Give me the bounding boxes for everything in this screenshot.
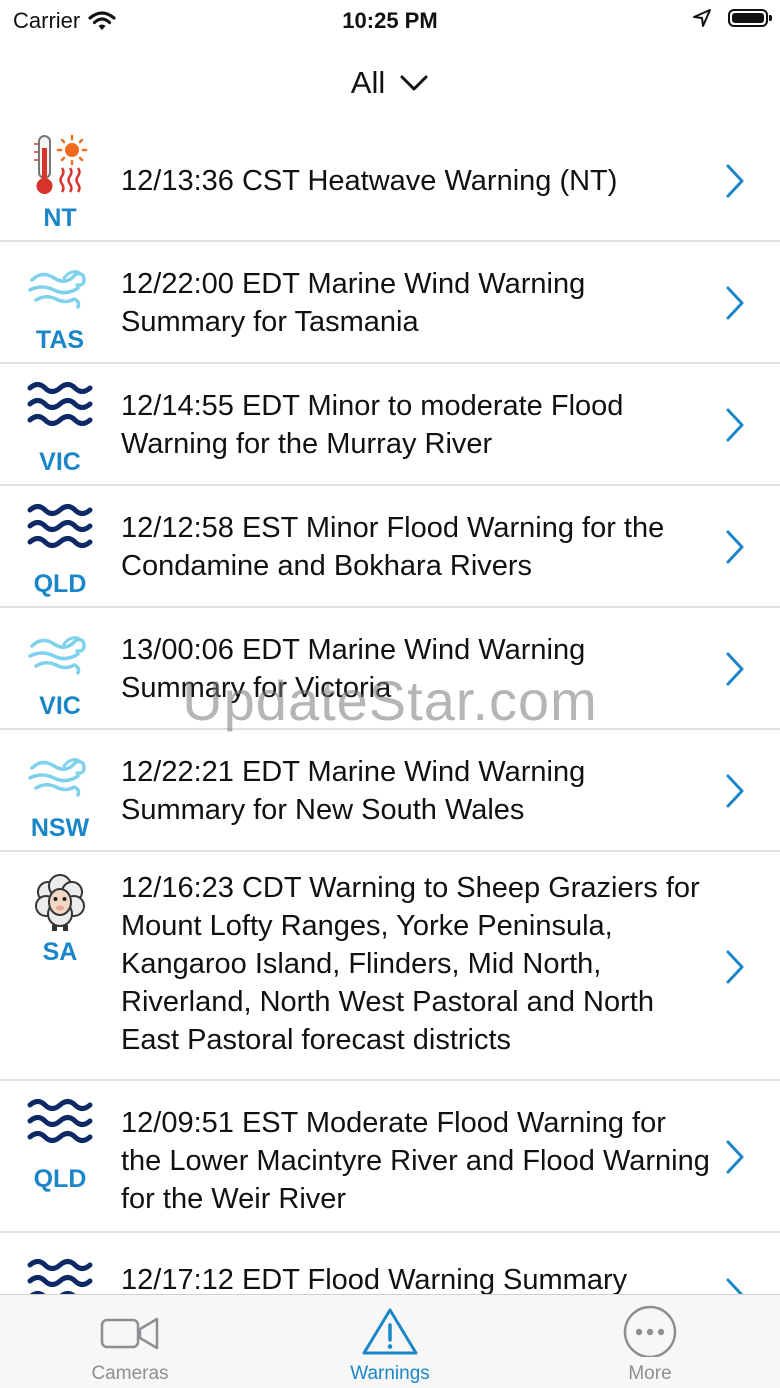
filter-dropdown[interactable]: All [0,58,780,108]
status-bar: Carrier 10:25 PM [0,0,780,40]
warning-row[interactable]: QLD 12/09:51 EST Moderate Flood Warning f… [0,1081,780,1233]
flood-icon [26,500,94,564]
chevron-right-icon [724,949,746,985]
status-time: 10:25 PM [342,8,438,33]
chevron-right-icon [724,1139,746,1175]
video-camera-icon [100,1317,159,1350]
chevron-right-icon [724,651,746,687]
warning-row[interactable]: QLD 12/12:58 EST Minor Flood Warning for … [0,486,780,608]
warning-row[interactable]: 12/17:12 EDT Flood Warning Summary [0,1233,780,1294]
warnings-list: NT 12/13:36 CST Heatwave Warning (NT) TAS 1… [0,120,780,1294]
status-right [692,8,772,28]
chevron-right-icon [724,285,746,321]
chevron-right-icon [724,163,746,199]
chevron-right-icon [724,529,746,565]
heatwave-icon [26,134,94,198]
battery-icon [728,9,772,27]
warning-text: 12/14:55 EDT Minor to moderate Flood War… [121,390,624,460]
warning-text: 13/00:06 EDT Marine Wind Warning Summary… [121,634,586,704]
warning-text: 12/22:00 EDT Marine Wind Warning Summary… [121,268,586,338]
state-label: QLD [33,570,87,598]
warning-row[interactable]: SA 12/16:23 CDT Warning to Sheep Graziers… [0,852,780,1081]
chevron-right-icon [724,1277,746,1294]
wind-icon [26,256,94,320]
tab-more-label: More [628,1363,672,1384]
state-label: SA [42,938,78,966]
warning-text: 12/09:51 EST Moderate Flood Warning for … [121,1107,710,1215]
flood-icon [26,378,94,442]
flood-icon [26,1095,94,1159]
chevron-right-icon [724,407,746,443]
state-label: VIC [39,692,81,720]
warning-row[interactable]: NSW 12/22:21 EDT Marine Wind Warning Summ… [0,730,780,852]
warning-row[interactable]: VIC 12/14:55 EDT Minor to moderate Flood … [0,364,780,486]
wind-icon [26,744,94,808]
tab-warnings[interactable]: Warnings [260,1295,520,1388]
tab-bar: Cameras Warnings More [0,1294,780,1388]
state-label: NSW [30,814,90,842]
nav-title: All [350,65,386,100]
chevron-right-icon [724,773,746,809]
warning-text: 12/16:23 CDT Warning to Sheep Graziers f… [121,872,700,1056]
tab-cameras-label: Cameras [91,1363,169,1384]
chevron-down-icon [400,75,428,91]
state-label: NT [43,204,77,232]
warning-row[interactable]: TAS 12/22:00 EDT Marine Wind Warning Summ… [0,242,780,364]
location-arrow-icon [693,9,711,27]
state-label: TAS [35,326,85,354]
warning-text: 12/22:21 EDT Marine Wind Warning Summary… [121,756,586,826]
state-label: VIC [39,448,81,476]
wind-icon [26,622,94,686]
sheep-icon [26,868,94,932]
warning-text: 12/13:36 CST Heatwave Warning (NT) [121,165,618,197]
warning-row[interactable]: NT 12/13:36 CST Heatwave Warning (NT) [0,120,780,242]
more-dots-icon [623,1305,677,1357]
flood-icon [26,1255,94,1294]
warning-row[interactable]: VIC 13/00:06 EDT Marine Wind Warning Summ… [0,608,780,730]
warning-triangle-icon [362,1308,418,1355]
tab-more[interactable]: More [520,1295,780,1388]
tab-warnings-label: Warnings [350,1363,430,1384]
state-label: QLD [33,1165,87,1193]
warning-text: 12/12:58 EST Minor Flood Warning for the… [121,512,665,582]
tab-cameras[interactable]: Cameras [0,1295,260,1388]
warning-text: 12/17:12 EDT Flood Warning Summary [121,1264,628,1294]
